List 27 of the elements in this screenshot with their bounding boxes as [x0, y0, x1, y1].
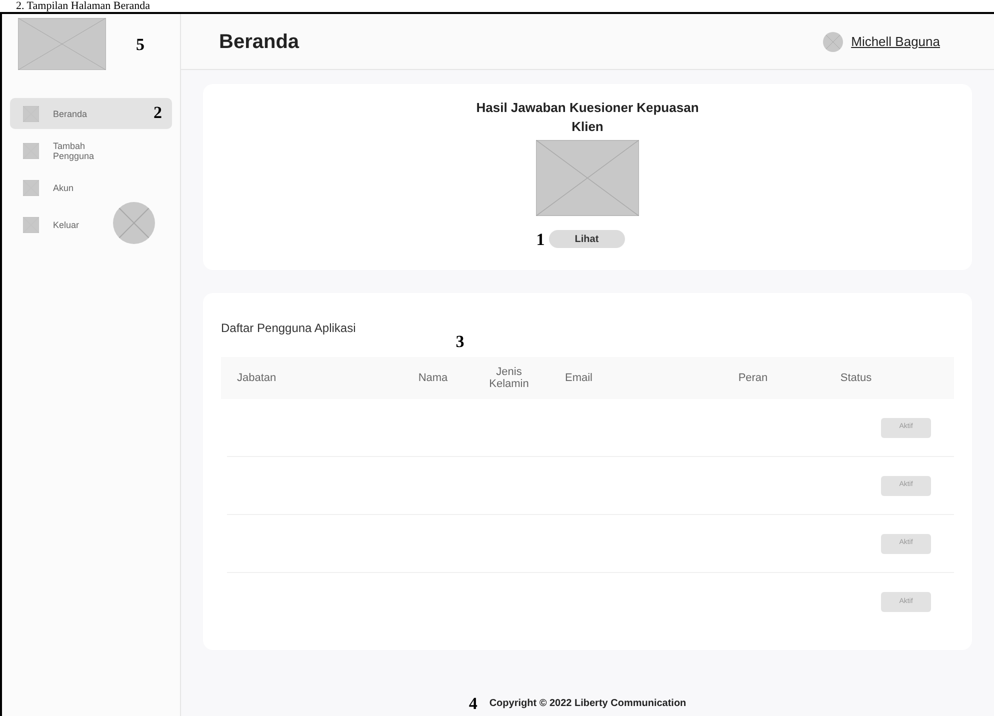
card-title: Daftar Pengguna Aplikasi: [221, 320, 356, 337]
footer-copyright: Copyright © 2022 Liberty Communication: [489, 697, 686, 711]
column-header: Email: [564, 372, 594, 384]
column-header: Peran: [737, 372, 769, 384]
annotation-number: 2: [154, 102, 162, 122]
page-title: Beranda: [219, 30, 300, 54]
column-header: Status: [839, 372, 873, 384]
user-name-link[interactable]: Michell Baguna: [851, 32, 940, 52]
view-button[interactable]: Lihat: [548, 230, 625, 248]
sidebar-item[interactable]: Akun: [10, 172, 172, 203]
annotation-number: 1: [536, 230, 545, 248]
placeholder-icon: [23, 180, 39, 196]
sidebar-item[interactable]: Keluar: [10, 209, 172, 240]
annotation-number: 3: [456, 332, 464, 351]
column-header: Nama: [417, 372, 449, 384]
annotation-number: 5: [136, 36, 144, 52]
placeholder-icon: [23, 216, 39, 232]
document-heading: 2. Tampilan Halaman Beranda: [15, 0, 152, 12]
placeholder-icon: [23, 106, 39, 122]
avatar-placeholder: [823, 32, 844, 52]
column-header: Jabatan: [236, 372, 278, 384]
sidebar-item[interactable]: Tambah Pengguna: [10, 135, 172, 166]
placeholder-icon: [23, 142, 39, 158]
column-header: Jenis Kelamin: [488, 366, 530, 390]
card-title: Hasil Jawaban Kuesioner Kepuasan Klien: [475, 99, 700, 136]
annotation-number: 4: [468, 695, 478, 712]
sidebar-item[interactable]: Beranda 2: [10, 98, 172, 129]
